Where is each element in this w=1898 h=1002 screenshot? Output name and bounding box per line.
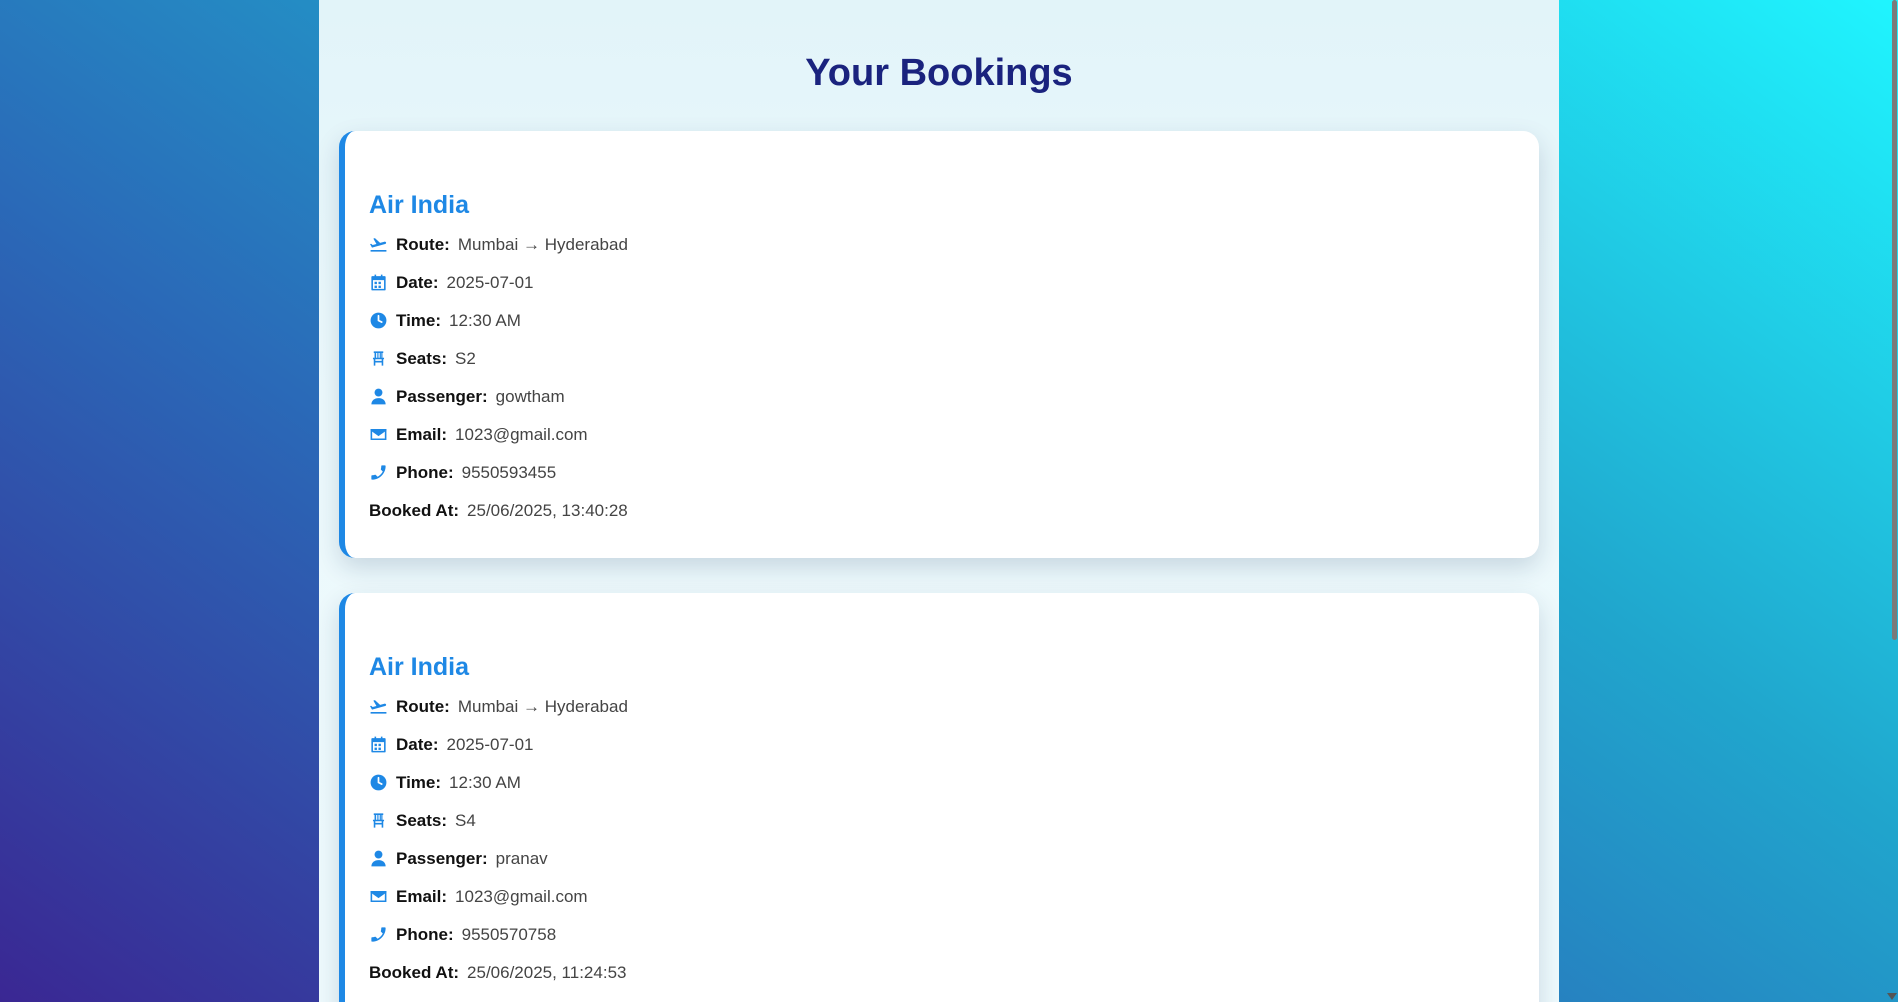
booked-at-value: 25/06/2025, 11:24:53 bbox=[467, 963, 627, 982]
email-row: Email: 1023@gmail.com bbox=[369, 425, 628, 463]
phone-icon bbox=[369, 463, 388, 482]
route-value: Mumbai → Hyderabad bbox=[457, 235, 628, 254]
route-label: Route: bbox=[396, 235, 450, 254]
seats-row: Seats: S2 bbox=[369, 349, 628, 387]
phone-label: Phone: bbox=[396, 463, 454, 482]
passenger-row: Passenger: gowtham bbox=[369, 387, 628, 425]
date-value: 2025-07-01 bbox=[446, 735, 534, 754]
route-row: Route: Mumbai → Hyderabad bbox=[369, 697, 628, 735]
phone-value: 9550570758 bbox=[461, 925, 557, 944]
email-label: Email: bbox=[396, 425, 448, 444]
route-value: Mumbai → Hyderabad bbox=[457, 697, 628, 716]
route-row: Route: Mumbai → Hyderabad bbox=[369, 235, 628, 273]
email-row: Email: 1023@gmail.com bbox=[369, 887, 628, 925]
plane-departure-icon bbox=[369, 697, 388, 716]
email-value: 1023@gmail.com bbox=[455, 425, 588, 444]
scrollbar-thumb[interactable] bbox=[1892, 0, 1897, 640]
booked-at-value: 25/06/2025, 13:40:28 bbox=[467, 501, 628, 520]
date-value: 2025-07-01 bbox=[446, 273, 534, 292]
seats-row: Seats: S4 bbox=[369, 811, 628, 849]
phone-row: Phone: 9550593455 bbox=[369, 463, 628, 501]
passenger-row: Passenger: pranav bbox=[369, 849, 628, 887]
date-label: Date: bbox=[396, 735, 439, 754]
seats-label: Seats: bbox=[396, 349, 448, 368]
clock-icon bbox=[369, 311, 388, 330]
phone-icon bbox=[369, 925, 388, 944]
envelope-icon bbox=[369, 887, 388, 906]
airline-name: Air India bbox=[369, 653, 470, 681]
seats-value: S4 bbox=[455, 811, 476, 830]
passenger-label: Passenger: bbox=[396, 387, 488, 406]
calendar-icon bbox=[369, 273, 388, 292]
time-label: Time: bbox=[396, 311, 442, 330]
airline-name: Air India bbox=[369, 191, 470, 219]
time-value: 12:30 AM bbox=[449, 773, 521, 792]
phone-row: Phone: 9550570758 bbox=[369, 925, 628, 963]
envelope-icon bbox=[369, 425, 388, 444]
clock-icon bbox=[369, 773, 388, 792]
date-label: Date: bbox=[396, 273, 439, 292]
phone-label: Phone: bbox=[396, 925, 454, 944]
seats-value: S2 bbox=[455, 349, 476, 368]
booking-card: Air India Route: Mumbai → Hyderabad Date… bbox=[339, 593, 1539, 1002]
scroll-down-arrow-icon[interactable] bbox=[1887, 993, 1897, 1000]
chair-icon bbox=[369, 811, 388, 830]
date-row: Date: 2025-07-01 bbox=[369, 273, 628, 311]
page-title: Your Bookings bbox=[805, 52, 1073, 94]
booked-at-label: Booked At: bbox=[369, 963, 460, 982]
email-value: 1023@gmail.com bbox=[455, 887, 588, 906]
seats-label: Seats: bbox=[396, 811, 448, 830]
passenger-label: Passenger: bbox=[396, 849, 488, 868]
booked-at-label: Booked At: bbox=[369, 501, 460, 520]
time-value: 12:30 AM bbox=[449, 311, 521, 330]
time-label: Time: bbox=[396, 773, 442, 792]
email-label: Email: bbox=[396, 887, 448, 906]
passenger-value: pranav bbox=[495, 849, 548, 868]
vertical-scrollbar[interactable] bbox=[1887, 0, 1898, 1002]
booked-at-row: Booked At: 25/06/2025, 13:40:28 bbox=[369, 501, 628, 539]
calendar-icon bbox=[369, 735, 388, 754]
date-row: Date: 2025-07-01 bbox=[369, 735, 628, 773]
booked-at-row: Booked At: 25/06/2025, 11:24:53 bbox=[369, 963, 628, 1001]
phone-value: 9550593455 bbox=[461, 463, 557, 482]
passenger-value: gowtham bbox=[495, 387, 565, 406]
user-icon bbox=[369, 849, 388, 868]
plane-departure-icon bbox=[369, 235, 388, 254]
bookings-page: Your Bookings Air India Route: Mumbai → … bbox=[319, 0, 1559, 1002]
booking-card: Air India Route: Mumbai → Hyderabad Date… bbox=[339, 131, 1539, 558]
time-row: Time: 12:30 AM bbox=[369, 773, 628, 811]
route-label: Route: bbox=[396, 697, 450, 716]
chair-icon bbox=[369, 349, 388, 368]
user-icon bbox=[369, 387, 388, 406]
time-row: Time: 12:30 AM bbox=[369, 311, 628, 349]
